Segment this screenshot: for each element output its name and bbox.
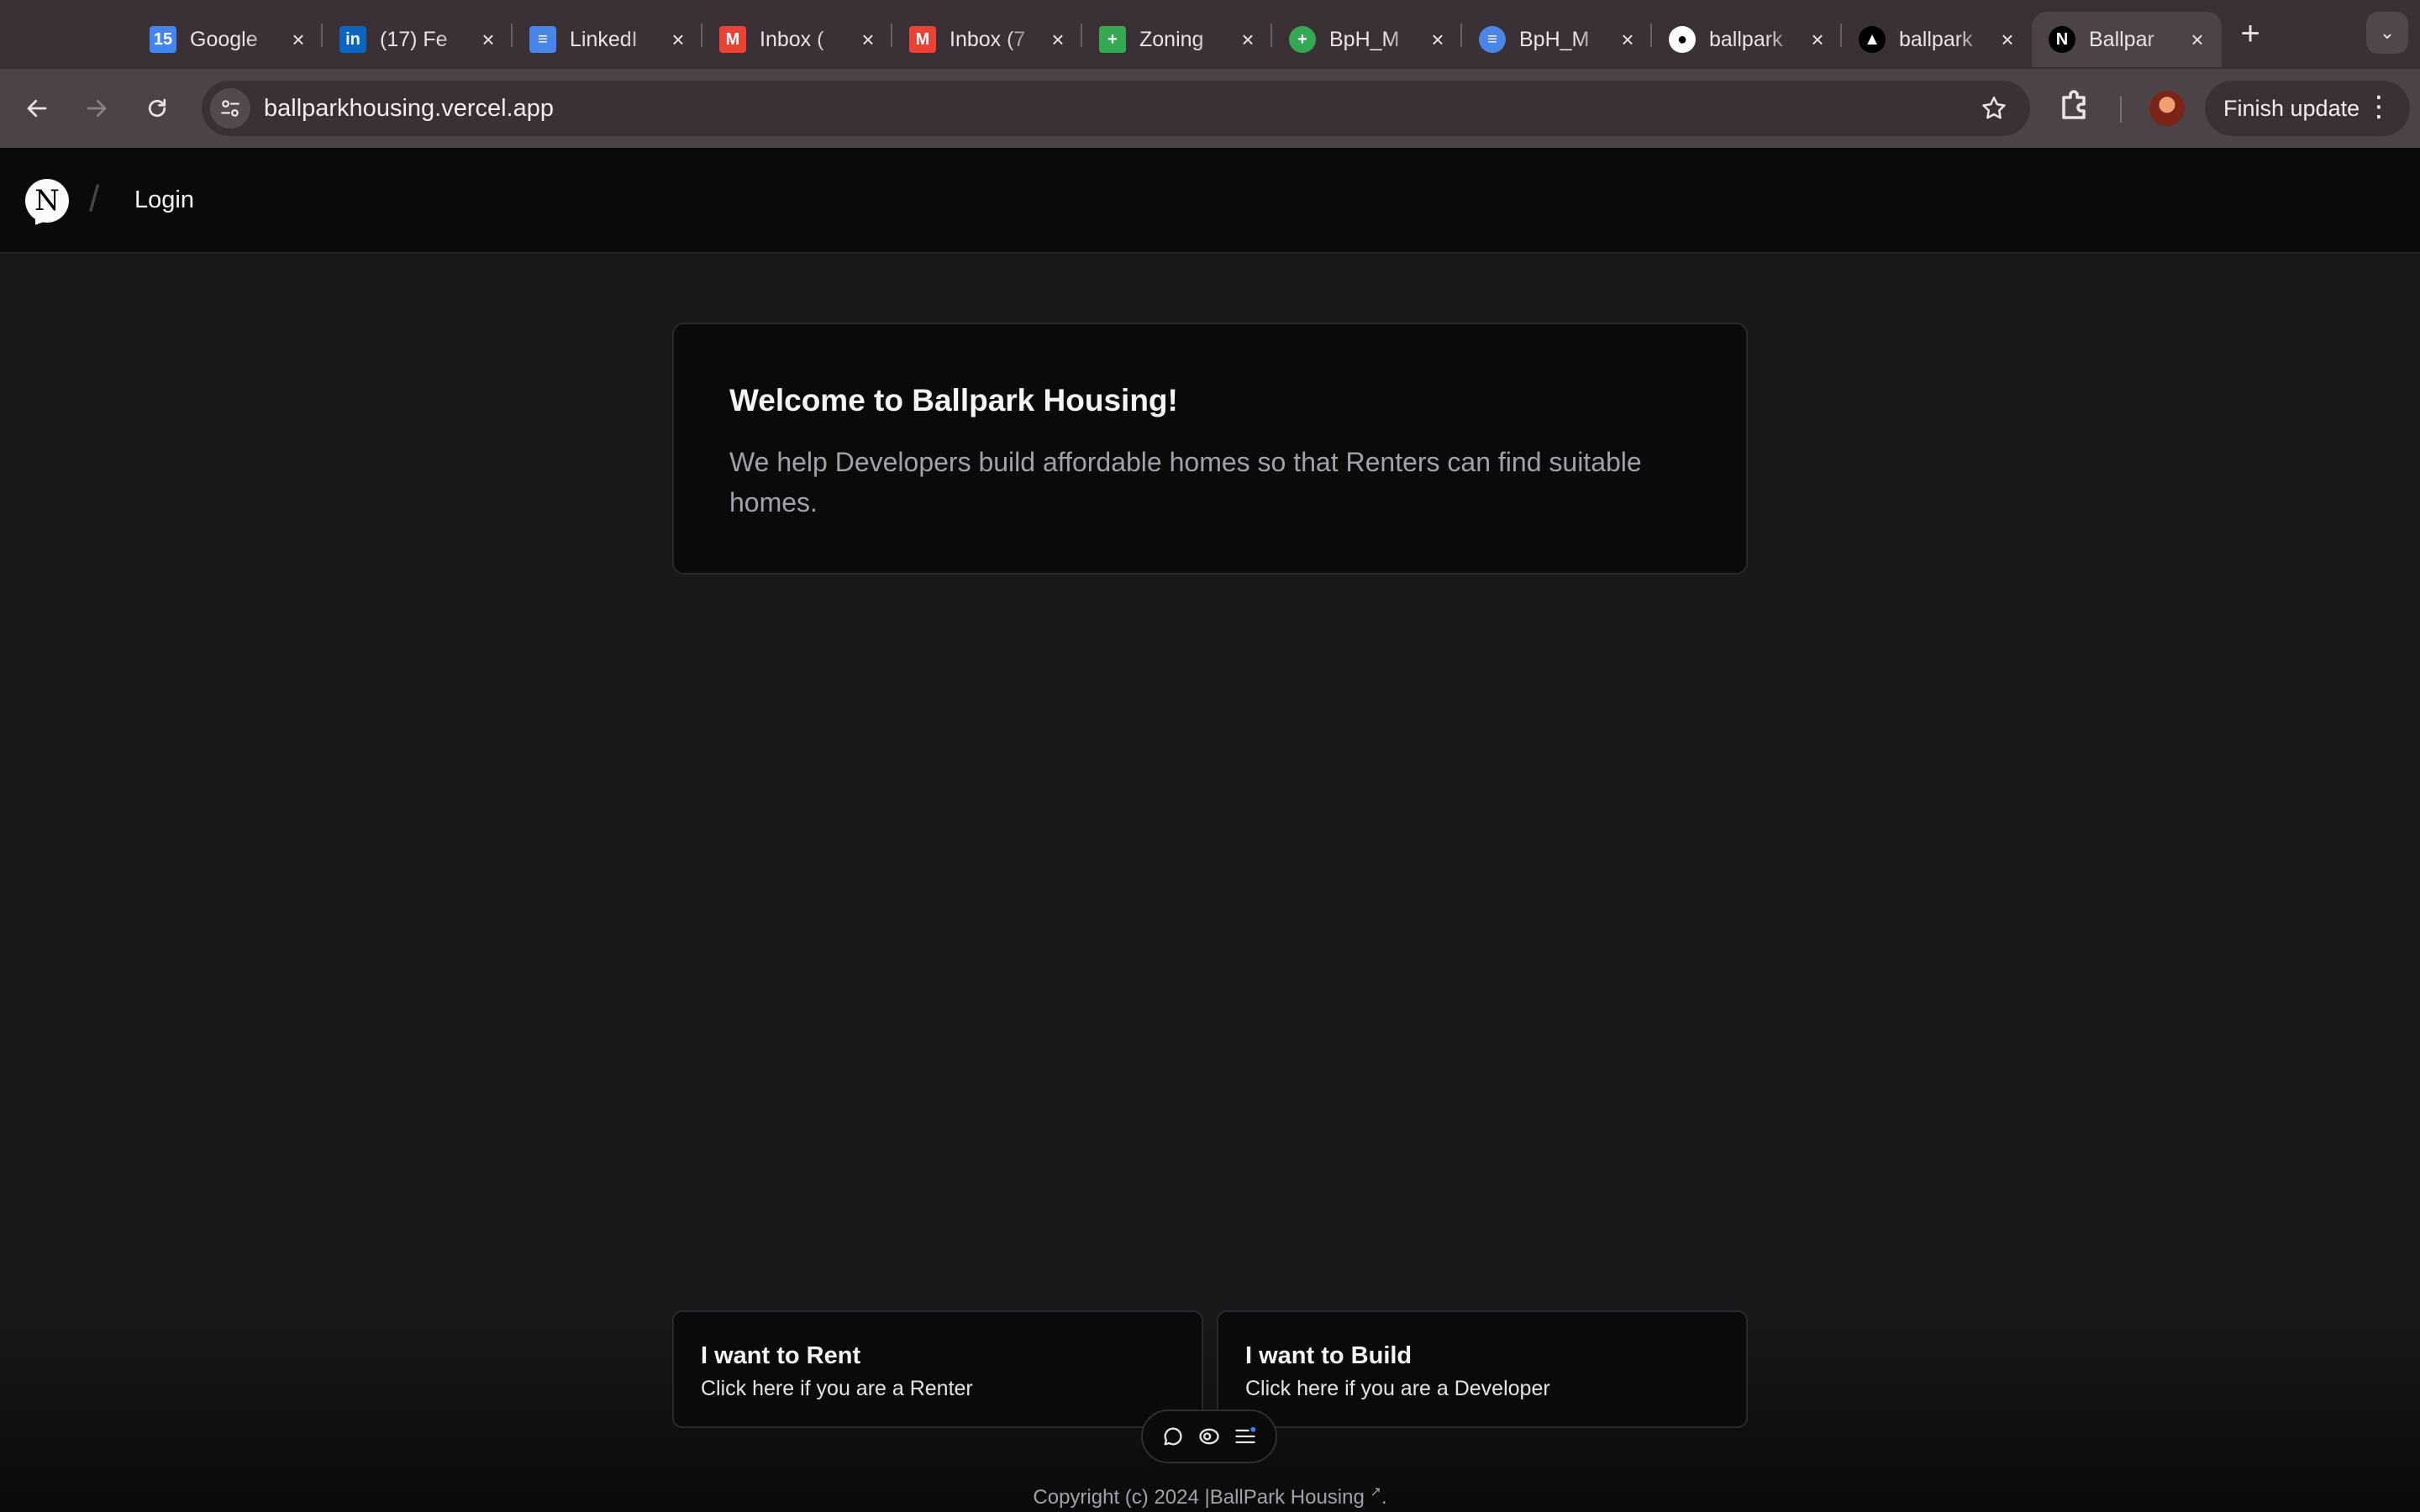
tab-title: Inbox (: [760, 27, 824, 51]
login-link[interactable]: Login: [134, 186, 194, 214]
tab-title: ballpark: [1899, 27, 1973, 51]
more-menu-icon[interactable]: ⋮: [2365, 81, 2393, 133]
tab-close-icon[interactable]: ×: [1427, 29, 1449, 50]
tab-search-button[interactable]: ⌄: [2366, 12, 2408, 54]
tab-title: Inbox (7: [950, 27, 1026, 51]
build-choice-title: I want to Build: [1245, 1342, 1413, 1369]
external-link-icon: ↗: [1370, 1485, 1381, 1499]
tab-title: Ballpar: [2089, 27, 2154, 51]
browser-tab[interactable]: in (17) Fe ×: [323, 12, 513, 67]
copyright-footer: Copyright (c) 2024 |BallPark Housing ↗.: [0, 1483, 2420, 1509]
docs-circle-icon: ≡: [1479, 26, 1506, 53]
rent-choice-subtitle: Click here if you are a Renter: [701, 1377, 973, 1400]
tab-close-icon[interactable]: ×: [1617, 29, 1639, 50]
tab-close-icon[interactable]: ×: [1807, 29, 1828, 50]
build-choice-card[interactable]: I want to Build Click here if you are a …: [1217, 1310, 1748, 1428]
copyright-text[interactable]: Copyright (c) 2024 |BallPark Housing: [1033, 1486, 1364, 1509]
vercel-toolbar: [1141, 1410, 1277, 1463]
tab-close-icon[interactable]: ×: [1996, 29, 2018, 50]
tab-title: Google: [190, 27, 258, 51]
tune-icon: [221, 100, 239, 117]
gmail-icon: M: [909, 26, 936, 53]
tab-title: LinkedI: [570, 27, 638, 51]
tab-close-icon[interactable]: ×: [477, 29, 499, 50]
tab-title: (17) Fe: [380, 27, 448, 51]
tab-close-icon[interactable]: ×: [667, 29, 689, 50]
nextjs-logo-icon[interactable]: N: [25, 179, 69, 223]
tab-title: ballpark: [1709, 27, 1783, 51]
toolbar-divider: [2120, 96, 2122, 123]
site-info-button[interactable]: [210, 88, 250, 129]
new-tab-button[interactable]: +: [2232, 15, 2269, 52]
tab-close-icon[interactable]: ×: [1237, 29, 1259, 50]
linkedin-icon: in: [339, 26, 366, 53]
tab-title: BpH_M: [1329, 27, 1400, 51]
welcome-title: Welcome to Ballpark Housing!: [729, 383, 1178, 417]
gmail-icon: M: [719, 26, 746, 53]
tab-close-icon[interactable]: ×: [2186, 29, 2208, 50]
browser-tab[interactable]: M Inbox ( ×: [702, 12, 892, 67]
tab-title: Zoning: [1139, 27, 1204, 51]
bookmark-star-icon[interactable]: [1980, 94, 2008, 123]
browser-toolbar: ballparkhousing.vercel.app Finish update…: [0, 69, 2420, 148]
tab-close-icon[interactable]: ×: [287, 29, 309, 50]
address-bar[interactable]: ballparkhousing.vercel.app: [202, 81, 2030, 136]
browser-tab[interactable]: N Ballpar ×: [2032, 12, 2222, 67]
profile-avatar[interactable]: [2149, 91, 2185, 126]
browser-tab[interactable]: + BpH_M ×: [1272, 12, 1462, 67]
forward-arrow-icon: [87, 99, 107, 118]
github-icon: ●: [1669, 26, 1696, 53]
breadcrumb-separator: /: [89, 178, 100, 219]
browser-tab[interactable]: ≡ BpH_M ×: [1462, 12, 1652, 67]
welcome-card: Welcome to Ballpark Housing! We help Dev…: [672, 323, 1748, 575]
finish-update-button[interactable]: Finish update ⋮: [2205, 81, 2410, 136]
google-sheets-icon: +: [1099, 26, 1126, 53]
browser-tab[interactable]: 15 Google ×: [133, 12, 323, 67]
reload-icon: [148, 98, 166, 118]
menu-lines-icon[interactable]: [1234, 1425, 1257, 1448]
url-text[interactable]: ballparkhousing.vercel.app: [264, 95, 554, 123]
site-header: N / Login: [0, 148, 2420, 254]
nextjs-icon: N: [2049, 26, 2075, 53]
rent-choice-card[interactable]: I want to Rent Click here if you are a R…: [672, 1310, 1203, 1428]
browser-tab-strip: 15 Google × in (17) Fe × ≡ LinkedI × M Inbox ( × M In…: [0, 0, 2420, 69]
tab-close-icon[interactable]: ×: [1047, 29, 1069, 50]
build-choice-subtitle: Click here if you are a Developer: [1245, 1377, 1550, 1400]
google-calendar-icon: 15: [150, 26, 176, 53]
back-button[interactable]: [14, 86, 60, 131]
back-arrow-icon: [27, 99, 47, 118]
toggle-eye-icon[interactable]: [1197, 1425, 1221, 1448]
rent-choice-title: I want to Rent: [701, 1342, 861, 1369]
sheets-circle-icon: +: [1289, 26, 1316, 53]
finish-update-label: Finish update: [2223, 96, 2360, 121]
browser-tab[interactable]: ● ballpark ×: [1652, 12, 1842, 67]
extensions-puzzle-icon[interactable]: [2055, 86, 2096, 126]
browser-tab[interactable]: + Zoning ×: [1082, 12, 1272, 67]
reload-button[interactable]: [134, 86, 180, 131]
browser-tab[interactable]: M Inbox (7 ×: [892, 12, 1082, 67]
vercel-icon: ▲: [1859, 26, 1886, 53]
tab-title: BpH_M: [1519, 27, 1590, 51]
browser-tab[interactable]: ≡ LinkedI ×: [513, 12, 702, 67]
browser-tab[interactable]: ▲ ballpark ×: [1842, 12, 2032, 67]
google-docs-icon: ≡: [529, 26, 556, 53]
comment-icon[interactable]: [1161, 1425, 1185, 1448]
welcome-description: We help Developers build affordable home…: [729, 447, 1642, 517]
copyright-period: .: [1381, 1486, 1387, 1509]
tab-close-icon[interactable]: ×: [857, 29, 879, 50]
forward-button[interactable]: [74, 86, 119, 131]
